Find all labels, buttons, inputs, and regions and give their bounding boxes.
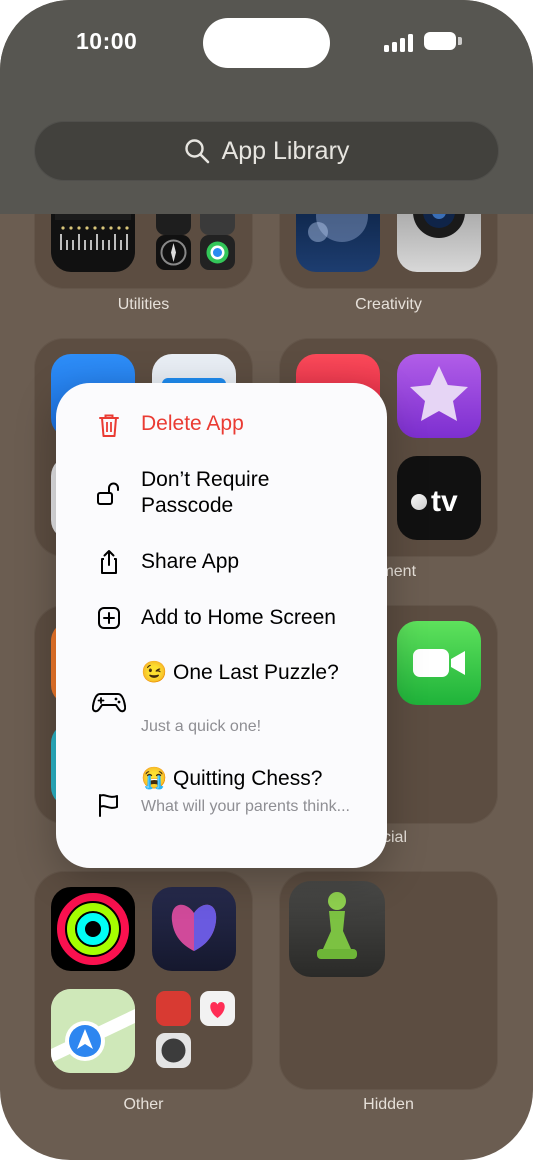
find-my-app-icon[interactable] [200, 235, 235, 270]
top-bar: 10:00 App Library [0, 0, 533, 214]
search-placeholder: App Library [221, 136, 350, 165]
menu-item-delete-app[interactable]: Delete App [56, 409, 387, 441]
folder-creativity-label: Creativity [355, 296, 422, 313]
menu-label-passcode: Don’t Require Passcode [141, 468, 270, 517]
menu-sublabel-puzzle: Just a quick one! [141, 718, 262, 735]
facetime-app-icon[interactable] [397, 621, 481, 705]
folder-other[interactable] [34, 871, 253, 1090]
apple-tv-text: tv [431, 485, 458, 518]
menu-item-passcode[interactable]: Don’t Require Passcode [56, 467, 387, 523]
menu-label-share: Share App [141, 550, 240, 573]
menu-label-puzzle: 😉 One Last Puzzle? [141, 661, 339, 684]
chess-app-icon[interactable] [289, 881, 385, 977]
journal-app-icon[interactable] [152, 887, 236, 971]
gray-app-icon[interactable] [156, 1033, 191, 1068]
menu-label-add-home: Add to Home Screen [141, 606, 336, 629]
folder-hidden[interactable] [279, 871, 498, 1090]
folder-other-label: Other [123, 1096, 164, 1113]
menu-label-chess: 😭 Quitting Chess? [141, 767, 323, 790]
battery-tip [458, 37, 462, 45]
flag-icon [99, 794, 118, 817]
trash-icon [99, 414, 119, 437]
maps-app-icon[interactable] [51, 989, 135, 1073]
menu-item-quitting-chess[interactable]: 😭 Quitting Chess? What will your parents… [56, 766, 387, 848]
dynamic-island [203, 18, 330, 68]
share-icon [101, 550, 117, 574]
menu-item-add-home-screen[interactable]: Add to Home Screen [56, 605, 387, 637]
folder-hidden-label: Hidden [363, 1096, 414, 1113]
phone-screen: 10:00 App Library Utilities Creativity t… [0, 0, 533, 1160]
plus-square-icon [98, 607, 120, 629]
cellular-signal-icon [384, 34, 414, 52]
unlock-icon [97, 482, 119, 505]
folder-utilities-label: Utilities [117, 296, 170, 313]
rocket-app-icon[interactable] [156, 991, 191, 1026]
app-library-search[interactable]: App Library [34, 121, 499, 181]
itunes-store-app-icon[interactable] [397, 354, 481, 438]
app-context-menu: Delete App Don’t Require Passcode Share … [56, 383, 387, 868]
menu-item-one-last-puzzle[interactable]: 😉 One Last Puzzle? Just a quick one! [56, 660, 387, 742]
compass-app-icon[interactable] [156, 235, 191, 270]
menu-sublabel-chess: What will your parents think... [141, 798, 350, 815]
menu-label-delete: Delete App [141, 412, 244, 435]
status-time: 10:00 [76, 28, 138, 54]
search-icon [184, 139, 209, 164]
menu-item-share-app[interactable]: Share App [56, 549, 387, 581]
fitness-app-icon[interactable] [51, 887, 135, 971]
gamepad-icon [92, 693, 126, 713]
health-app-icon[interactable] [200, 991, 235, 1026]
apple-tv-app-icon[interactable]: tv [397, 456, 481, 540]
battery-icon [424, 32, 456, 50]
